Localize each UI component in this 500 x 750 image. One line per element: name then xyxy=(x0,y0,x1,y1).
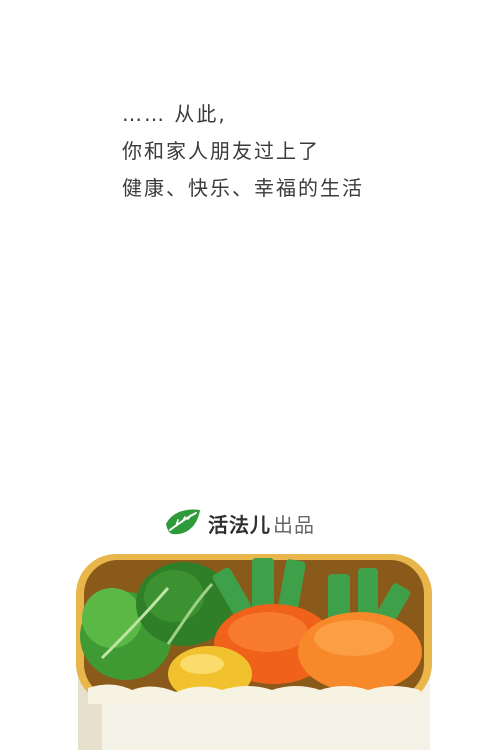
bento-box-illustration xyxy=(76,554,432,750)
tagline: …… 从此, 你和家人朋友过上了 健康、快乐、幸福的生活 xyxy=(122,96,364,207)
brand-name: 活法儿 xyxy=(208,512,271,537)
leaf-icon xyxy=(166,509,200,535)
brand-signature: 活法儿 出品 xyxy=(164,506,315,540)
tagline-line-3: 健康、快乐、幸福的生活 xyxy=(122,176,364,200)
tagline-line-2: 你和家人朋友过上了 xyxy=(122,139,320,163)
brand-suffix: 出品 xyxy=(273,512,315,537)
tagline-line-1: …… 从此, xyxy=(122,102,227,126)
